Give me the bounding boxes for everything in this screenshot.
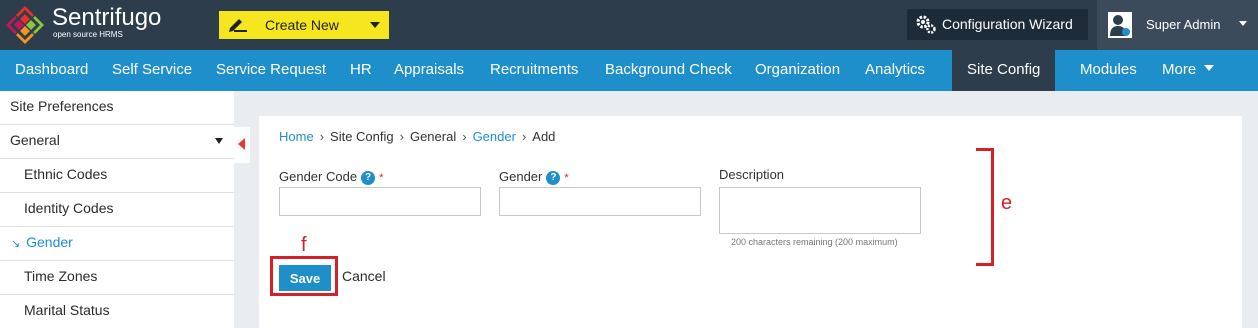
nav-service-request[interactable]: Service Request: [216, 50, 326, 91]
gender-code-label-text: Gender Code: [279, 169, 358, 184]
gender-label: Gender? *: [499, 169, 569, 185]
nav-analytics[interactable]: Analytics: [865, 50, 925, 91]
annotation-bracket-e: [976, 148, 994, 266]
sidebar-item-ethnic-codes[interactable]: Ethnic Codes: [0, 159, 234, 193]
chevron-down-icon: [1239, 21, 1247, 26]
user-avatar-icon: [1108, 12, 1132, 38]
breadcrumb-separator: ›: [399, 129, 404, 144]
breadcrumb-gender[interactable]: Gender: [473, 129, 516, 144]
required-marker: *: [379, 172, 384, 184]
nav-more[interactable]: More: [1162, 50, 1215, 91]
configuration-wizard-button[interactable]: Configuration Wizard: [907, 9, 1088, 40]
help-icon[interactable]: ?: [361, 171, 376, 185]
required-marker: *: [564, 172, 569, 184]
sidebar-item-label: General: [10, 132, 60, 148]
sidebar-item-label: Identity Codes: [24, 200, 114, 216]
gender-code-input[interactable]: [279, 187, 481, 216]
configuration-wizard-label: Configuration Wizard: [942, 16, 1073, 32]
sidebar-item-site-preferences[interactable]: Site Preferences: [0, 91, 234, 125]
breadcrumb-home[interactable]: Home: [279, 129, 314, 144]
caret-left-icon: [238, 138, 245, 150]
breadcrumb-site-config: Site Config: [330, 129, 394, 144]
help-icon[interactable]: ?: [546, 171, 561, 185]
gender-code-label: Gender Code? *: [279, 169, 383, 185]
nav-dashboard[interactable]: Dashboard: [15, 50, 88, 91]
description-label: Description: [719, 167, 785, 182]
nav-self-service[interactable]: Self Service: [112, 50, 192, 91]
nav-modules[interactable]: Modules: [1080, 50, 1137, 91]
chevron-down-icon: [1204, 65, 1215, 72]
user-menu[interactable]: Super Admin: [1097, 0, 1258, 50]
breadcrumb-separator: ›: [462, 129, 467, 144]
sidebar-item-gender[interactable]: ↘ Gender: [0, 227, 234, 261]
user-name: Super Admin: [1146, 17, 1221, 32]
breadcrumb-general: General: [409, 129, 457, 144]
sidebar-item-marital-status[interactable]: Marital Status: [0, 295, 234, 328]
sidebar-item-identity-codes[interactable]: Identity Codes: [0, 193, 234, 227]
nav-site-config[interactable]: Site Config: [952, 50, 1056, 91]
gender-input[interactable]: [499, 187, 701, 216]
description-textarea[interactable]: [719, 187, 921, 234]
nav-organization[interactable]: Organization: [755, 50, 840, 91]
sidebar-item-label: Ethnic Codes: [24, 166, 108, 182]
annotation-label-e: e: [1001, 192, 1013, 214]
create-new-label: Create New: [265, 17, 339, 33]
pencil-icon: [229, 19, 247, 32]
sidebar-item-time-zones[interactable]: Time Zones: [0, 261, 234, 295]
sidebar-collapse-toggle[interactable]: [234, 127, 250, 163]
nav-more-label: More: [1162, 61, 1197, 78]
annotation-box-f: [270, 256, 338, 296]
brand-name: Sentrifugo: [52, 4, 162, 31]
nav-background-check[interactable]: Background Check: [605, 50, 732, 91]
chevron-down-icon: [215, 138, 223, 144]
main-nav: Dashboard Self Service Service Request H…: [0, 50, 1258, 91]
characters-remaining: 200 characters remaining (200 maximum): [731, 237, 898, 247]
breadcrumb: Home › Site Config › General › Gender › Add: [279, 129, 555, 144]
sidebar-item-label: Time Zones: [24, 268, 98, 284]
main-content: Home › Site Config › General › Gender › Add Gend…: [259, 116, 1242, 328]
sentrifugo-logo-icon[interactable]: [4, 4, 46, 46]
top-header: Sentrifugo open source HRMS Create New C…: [0, 0, 1258, 50]
sidebar-item-label: Site Preferences: [10, 98, 114, 114]
breadcrumb-separator: ›: [319, 129, 325, 144]
gender-label-text: Gender: [499, 169, 543, 184]
sidebar-item-label: Gender: [26, 234, 73, 250]
chevron-down-icon: [370, 22, 380, 28]
nav-hr[interactable]: HR: [350, 50, 372, 91]
arrow-down-right-icon: ↘: [11, 238, 21, 250]
breadcrumb-add: Add: [532, 129, 556, 144]
brand-tagline: open source HRMS: [53, 30, 123, 39]
gears-icon: [916, 15, 936, 34]
sidebar: Site Preferences General Ethnic Codes Id…: [0, 91, 234, 328]
sidebar-item-label: Marital Status: [24, 302, 110, 318]
nav-appraisals[interactable]: Appraisals: [394, 50, 464, 91]
sidebar-item-general[interactable]: General: [0, 125, 234, 159]
breadcrumb-separator: ›: [521, 129, 527, 144]
annotation-label-f: f: [301, 234, 307, 256]
create-new-button[interactable]: Create New: [219, 11, 389, 39]
cancel-button[interactable]: Cancel: [342, 268, 386, 284]
nav-recruitments[interactable]: Recruitments: [490, 50, 578, 91]
